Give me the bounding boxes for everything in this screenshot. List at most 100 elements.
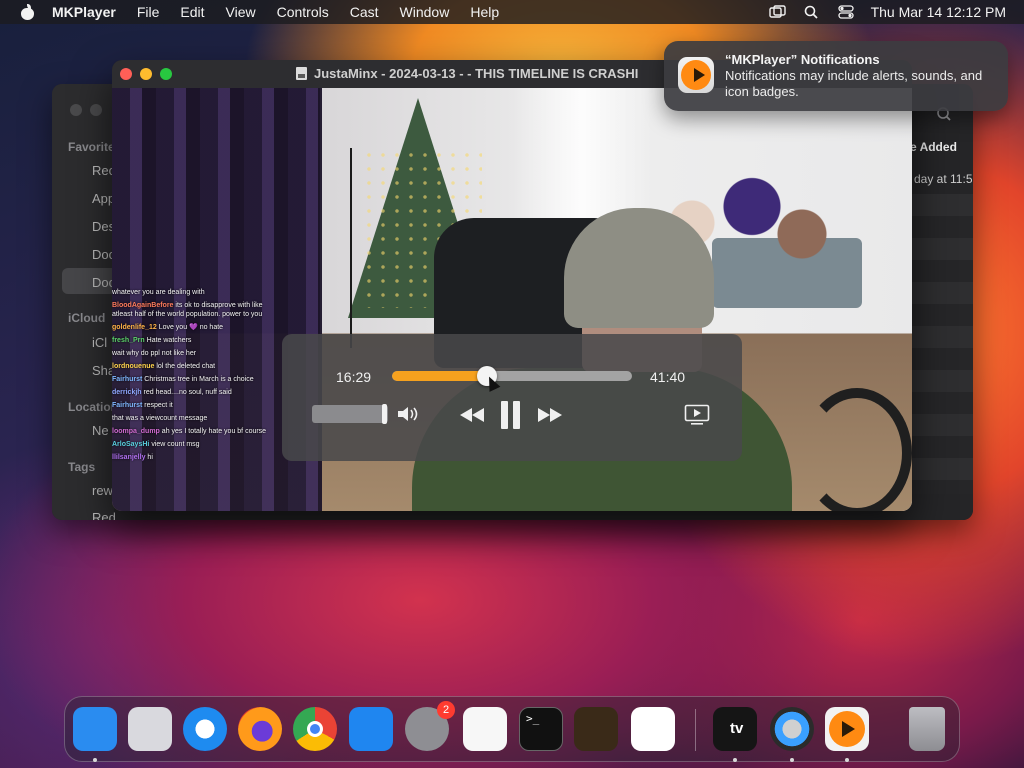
chat-text: respect it [144,402,173,409]
screen-mirroring-icon[interactable] [768,5,787,19]
apple-tv-label: tv [730,720,744,737]
finder-section-icloud: iCloud [68,311,106,325]
chat-text: Christmas tree in March is a choice [144,376,254,383]
video-bike-wheel [802,388,912,511]
menu-help[interactable]: Help [470,4,499,20]
notification-banner[interactable]: “MKPlayer” Notifications Notifications m… [664,41,1008,111]
chat-message: ArloSaysHi view count msg [112,440,272,449]
video-tripod [350,148,352,348]
notification-body: Notifications may include alerts, sounds… [725,68,983,99]
vscode-icon[interactable] [631,707,675,751]
document-icon [296,67,307,80]
chat-username: goldenlife_12 [112,324,157,331]
chat-message: wait why do ppl not like her [112,349,272,358]
running-indicator [845,758,849,762]
menu-edit[interactable]: Edit [180,4,204,20]
menu-file[interactable]: File [137,4,160,20]
chat-message: Fairhurst respect it [112,401,272,410]
progress-track[interactable] [392,371,632,381]
chat-message: Fairhurst Christmas tree in March is a c… [112,375,272,384]
chat-username: Fairhurst [112,402,143,409]
chat-username: ArloSaysHi [112,441,150,448]
chat-message: whatever you are dealing with [112,288,272,297]
fullscreen-button[interactable] [160,68,172,80]
safari-icon[interactable] [183,707,227,751]
finder-close-button[interactable] [70,104,82,116]
chat-message: derrickjh red head....no soul, nuff said [112,388,272,397]
menu-bar-clock[interactable]: Thu Mar 14 12:12 PM [871,4,1006,20]
volume-knob[interactable] [382,404,387,424]
control-center-icon[interactable] [837,5,855,19]
chat-text: view count msg [151,441,200,448]
close-button[interactable] [120,68,132,80]
total-time: 41:40 [650,369,686,385]
trash-icon[interactable] [909,707,945,751]
finder-column-date-added[interactable]: e Added [910,140,957,154]
chrome-icon[interactable] [293,707,337,751]
chat-text: hi [147,454,153,461]
quicktime-icon[interactable] [770,707,814,751]
minimize-button[interactable] [140,68,152,80]
finder-minimize-button[interactable] [90,104,102,116]
running-indicator [790,758,794,762]
finder-tag-item[interactable]: rew [92,483,113,498]
app-store-icon[interactable] [349,707,393,751]
chat-text: wait why do ppl not like her [112,350,197,357]
menu-cast[interactable]: Cast [350,4,379,20]
chat-username: llilsanjelly [112,454,146,461]
mkplayer-icon[interactable] [825,707,869,751]
chat-message: BloodAgainBefore its ok to disapprove wi… [112,301,272,319]
chat-text: Love you 💜 no hate [158,324,224,331]
firefox-icon[interactable] [238,707,282,751]
play-icon [694,68,705,82]
chat-message: that was a viewcount message [112,414,272,423]
running-indicator [733,758,737,762]
menu-controls[interactable]: Controls [277,4,329,20]
running-indicator [93,758,97,762]
system-settings-icon[interactable]: 2 [405,701,455,751]
chat-username: derrickjh [112,389,142,396]
chat-message: llilsanjelly hi [112,453,272,462]
chat-overlay: whatever you are dealing with BloodAgainB… [112,288,272,466]
playback-controls: 16:29 41:40 [282,334,742,461]
progress-fill [392,371,487,381]
terminal-label: >_ [526,712,540,725]
finder-section-tags: Tags [68,460,96,474]
finder-date-cell: day at 11:5 [914,172,973,186]
finder-item-network[interactable]: Ne [92,423,109,438]
current-time: 16:29 [336,369,372,385]
launchpad-icon[interactable] [128,707,172,751]
apple-tv-icon[interactable]: tv [713,707,757,751]
chat-username: fresh_Prn [112,337,145,344]
apple-menu-icon[interactable] [18,4,38,20]
pause-icon[interactable] [499,400,523,430]
chat-text: red head....no soul, nuff said [143,389,232,396]
chat-message: loompa_dump ah yes I totally hate you bf… [112,427,272,436]
chat-username: lordnouenue [112,363,155,370]
chat-text: lol the deleted chat [156,363,216,370]
terminal-icon[interactable]: >_ [519,707,563,751]
picture-in-picture-icon[interactable] [684,404,710,426]
menu-view[interactable]: View [226,4,256,20]
chat-text: that was a viewcount message [112,415,208,422]
window-title: JustaMinx - 2024-03-13 - - THIS TIMELINE… [314,66,639,81]
notification-badge: 2 [437,701,455,719]
finder-icon[interactable] [73,707,117,751]
menu-app-name[interactable]: MKPlayer [52,4,116,20]
chat-username: Fairhurst [112,376,143,383]
volume-slider[interactable] [312,405,388,423]
speaker-icon[interactable] [396,405,422,423]
textedit-icon[interactable] [463,707,507,751]
spotlight-search-icon[interactable] [803,5,821,19]
finder-tag-red[interactable]: Red [92,510,116,520]
chat-username: BloodAgainBefore [112,302,174,309]
video-person-beanie [564,208,714,328]
chat-message: fresh_Prn Hate watchers [112,336,272,345]
rewind-icon[interactable] [458,406,486,424]
fast-forward-icon[interactable] [536,406,564,424]
garageband-icon[interactable] [574,707,618,751]
chat-username: loompa_dump [112,428,160,435]
dock: 2 >_tv [64,696,960,762]
menu-window[interactable]: Window [400,4,450,20]
finder-item-icloud-drive[interactable]: iCl [92,335,107,350]
